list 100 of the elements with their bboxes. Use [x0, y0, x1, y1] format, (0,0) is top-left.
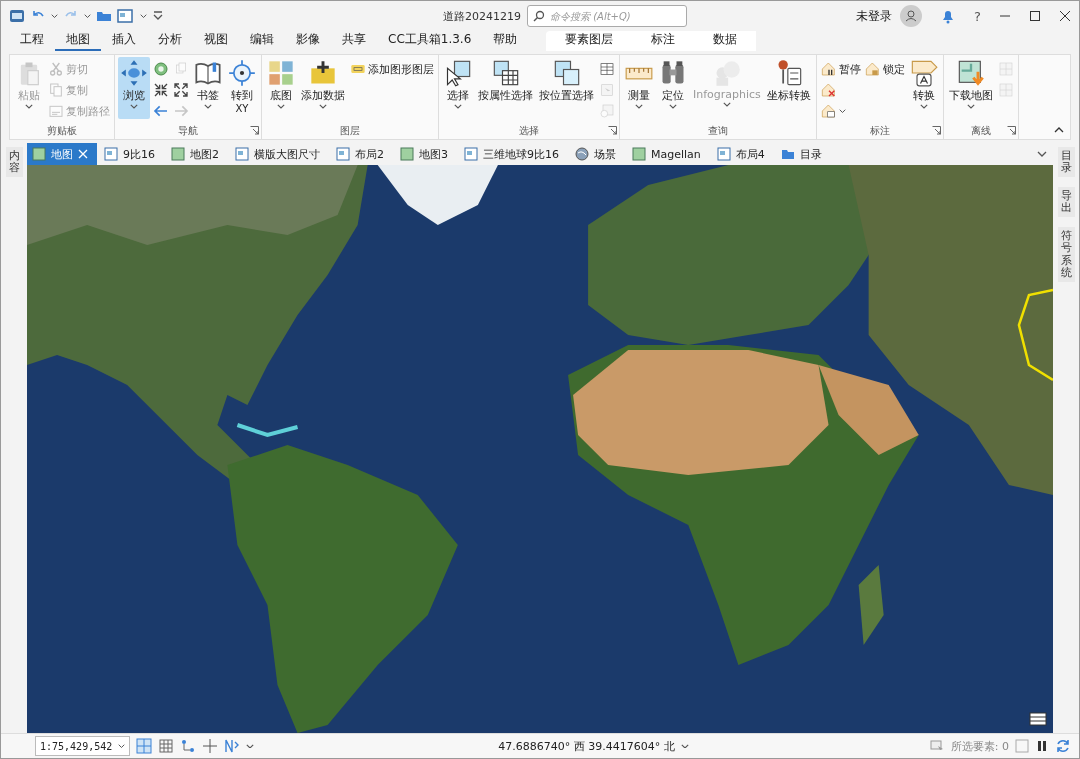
side-panel-tab[interactable]: 目录	[1057, 147, 1075, 178]
page-icon	[336, 147, 350, 161]
layers-icon[interactable]	[1029, 711, 1047, 727]
document-tab[interactable]: 目录	[775, 143, 831, 165]
ribbon-button[interactable]: 暂停	[819, 59, 862, 79]
caret-icon	[51, 13, 58, 19]
document-tab[interactable]: 布局2	[331, 143, 393, 165]
side-panel-tab[interactable]: 内容	[5, 147, 23, 178]
ribbon-button[interactable]: 坐标转换	[764, 57, 813, 119]
document-tab[interactable]: 9比16	[99, 143, 164, 165]
group-title: 导航	[178, 124, 198, 138]
document-tab[interactable]: 地图	[27, 143, 97, 165]
tag-letter-icon	[909, 59, 938, 87]
ribbon-tab[interactable]: 地图	[55, 31, 101, 51]
ribbon-tab[interactable]: 数据	[694, 31, 757, 51]
ribbon-tab[interactable]: 分析	[147, 31, 193, 51]
globe-icon	[575, 147, 589, 161]
document-tab[interactable]: 横版大图尺寸	[230, 143, 329, 165]
document-tab[interactable]: 布局4	[711, 143, 774, 165]
map-icon	[632, 147, 646, 161]
ribbon-tab[interactable]: 视图	[193, 31, 239, 51]
add-data-icon	[309, 59, 337, 87]
ribbon-tab[interactable]: 共享	[331, 31, 377, 51]
ribbon-button[interactable]: 底图	[265, 57, 297, 119]
house-lock-icon	[864, 61, 881, 77]
dialog-launcher-icon[interactable]	[1006, 126, 1016, 135]
help-button[interactable]: ?	[974, 8, 981, 24]
ribbon-button[interactable]: 书签	[192, 57, 224, 119]
dialog-launcher-icon[interactable]	[608, 126, 617, 135]
page-icon	[464, 147, 478, 161]
page-icon	[716, 147, 731, 161]
table-icon[interactable]	[158, 738, 175, 754]
ribbon-tab[interactable]: 工程	[9, 31, 55, 51]
close-icon[interactable]	[1059, 10, 1071, 22]
ribbon-tab[interactable]: 影像	[285, 31, 331, 51]
scale-field[interactable]: 1:75,429,542	[35, 736, 131, 756]
side-panel-tab[interactable]: 导出	[1057, 187, 1075, 218]
snapping-icon[interactable]	[224, 738, 241, 754]
arrow-left-icon	[153, 103, 169, 119]
document-tab[interactable]: 三维地球9比16	[459, 143, 568, 165]
group-title: 图层	[340, 124, 360, 138]
group-title: 离线	[970, 124, 991, 138]
house-pause-icon	[820, 61, 837, 77]
ribbon-button[interactable]: 添加图形图层	[349, 59, 435, 79]
collapse-icon[interactable]	[1054, 127, 1064, 133]
pause-icon[interactable]	[1035, 739, 1049, 753]
map-icon	[32, 147, 46, 161]
ribbon-button[interactable]: 下载地图	[946, 57, 995, 119]
house-x-icon	[820, 82, 837, 98]
caret-icon	[246, 743, 255, 749]
basemap-icon	[267, 59, 295, 87]
tool-button[interactable]	[172, 80, 190, 100]
caret-icon	[680, 743, 689, 749]
ribbon-tab[interactable]: CC工具箱1.3.6	[377, 31, 483, 51]
ribbon-tab[interactable]: 帮助	[482, 31, 529, 51]
ribbon-button[interactable]: 锁定	[863, 59, 906, 79]
ribbon-button[interactable]: 定位	[657, 57, 689, 119]
dialog-launcher-icon[interactable]	[250, 126, 259, 135]
location-select-icon	[552, 59, 581, 87]
avatar-icon[interactable]	[900, 5, 923, 27]
maximize-icon[interactable]	[1029, 10, 1041, 22]
caret-icon[interactable]	[1037, 151, 1047, 157]
document-tab[interactable]: 地图2	[166, 143, 228, 165]
ribbon-button[interactable]: 按位置选择	[537, 57, 596, 119]
document-tab[interactable]: 地图3	[395, 143, 457, 165]
map-download-icon	[956, 59, 985, 87]
dialog-launcher-icon[interactable]	[931, 126, 941, 135]
ribbon-button[interactable]: 选择	[442, 57, 474, 119]
app-icon[interactable]	[9, 8, 25, 24]
ribbon-tab[interactable]: 插入	[101, 31, 147, 51]
nodes-icon[interactable]	[180, 738, 197, 754]
ribbon-button[interactable]: 转到 XY	[226, 57, 258, 119]
document-tab[interactable]: 场景	[570, 143, 625, 165]
ribbon-tab[interactable]: 要素图层	[546, 31, 633, 51]
pages-icon	[173, 61, 189, 77]
crosshair-icon[interactable]	[202, 738, 219, 754]
customize-icon[interactable]	[152, 10, 164, 22]
ribbon-button[interactable]: 浏览	[118, 57, 150, 119]
ribbon-tab[interactable]: 编辑	[239, 31, 285, 51]
refresh-icon[interactable]	[1055, 738, 1071, 754]
arrow-right-icon	[173, 103, 189, 119]
grid-icon[interactable]	[136, 738, 153, 754]
ribbon-button[interactable]: 按属性选择	[476, 57, 535, 119]
ribbon-button[interactable]: 测量	[623, 57, 655, 119]
select-cursor-icon	[444, 59, 472, 87]
caret-icon	[118, 743, 126, 749]
command-search-field[interactable]: 命令搜索 (Alt+Q)	[527, 5, 687, 27]
ribbon-button[interactable]: 转换	[907, 57, 940, 119]
crosshair-icon	[228, 59, 256, 87]
caret-icon	[84, 13, 91, 19]
ribbon-button[interactable]: 添加数据	[299, 57, 347, 119]
side-panel-tab[interactable]: 符号系统	[1057, 227, 1075, 282]
globe-icon	[153, 61, 169, 77]
ribbon-tab[interactable]: 标注	[632, 31, 695, 51]
document-tab[interactable]: Magellan	[627, 143, 710, 165]
window-icon[interactable]	[117, 8, 135, 24]
page-icon	[104, 147, 118, 161]
coordinates-readout: 47.6886740° 西 39.4417604° 北	[498, 738, 675, 754]
user-status[interactable]: 未登录	[856, 7, 893, 25]
caret-icon	[140, 13, 147, 19]
